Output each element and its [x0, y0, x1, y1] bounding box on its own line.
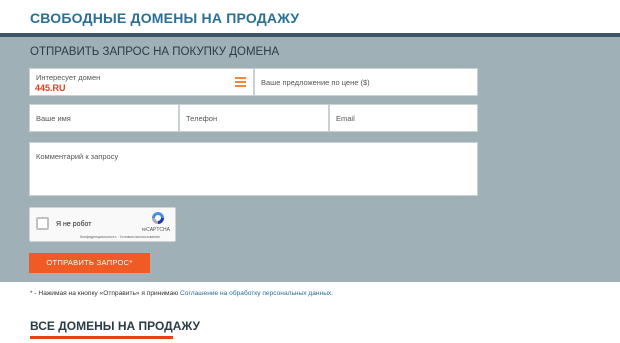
- price-offer-input[interactable]: Ваше предложение по цене ($): [254, 68, 478, 96]
- purchase-request-form: ОТПРАВИТЬ ЗАПРОС НА ПОКУПКУ ДОМЕНА Интер…: [0, 37, 620, 282]
- email-placeholder: Email: [336, 114, 355, 123]
- phone-placeholder: Телефон: [186, 114, 218, 123]
- consent-note: * - Нажимая на кнопку «Отправить» я прин…: [30, 290, 333, 297]
- recaptcha-widget: Я не робот reCAPTCHA Конфиденциальность …: [29, 207, 176, 242]
- recaptcha-checkbox[interactable]: [36, 217, 49, 230]
- page-title: СВОБОДНЫЕ ДОМЕНЫ НА ПРОДАЖУ: [30, 10, 300, 26]
- all-domains-title: ВСЕ ДОМЕНЫ НА ПРОДАЖУ: [30, 319, 200, 333]
- recaptcha-brand: reCAPTCHA: [141, 227, 170, 233]
- price-offer-placeholder: Ваше предложение по цене ($): [261, 78, 370, 87]
- comment-textarea[interactable]: Комментарий к запросу: [29, 142, 478, 196]
- name-input[interactable]: Ваше имя: [29, 104, 179, 132]
- recaptcha-terms-link[interactable]: Условия использования: [120, 235, 160, 239]
- title-underline: [30, 336, 173, 339]
- submit-request-button[interactable]: ОТПРАВИТЬ ЗАПРОС*: [29, 253, 150, 273]
- consent-note-text: * - Нажимая на кнопку «Отправить» я прин…: [30, 290, 179, 297]
- comment-placeholder: Комментарий к запросу: [36, 152, 119, 161]
- email-input[interactable]: Email: [329, 104, 478, 132]
- recaptcha-privacy-link[interactable]: Конфиденциальность: [80, 235, 116, 239]
- recaptcha-logo-icon: [152, 212, 164, 224]
- consent-agreement-link[interactable]: Соглашение на обработку персональных дан…: [180, 290, 333, 297]
- phone-input[interactable]: Телефон: [179, 104, 329, 132]
- domain-field-label: Интересует домен: [36, 73, 101, 82]
- domain-value: 445.RU: [35, 83, 66, 93]
- list-icon[interactable]: [235, 77, 246, 87]
- recaptcha-links: Конфиденциальность · Условия использован…: [80, 235, 160, 239]
- recaptcha-label: Я не робот: [56, 221, 92, 228]
- domain-field[interactable]: Интересует домен 445.RU: [29, 68, 254, 96]
- form-title: ОТПРАВИТЬ ЗАПРОС НА ПОКУПКУ ДОМЕНА: [30, 46, 280, 58]
- name-placeholder: Ваше имя: [36, 114, 71, 123]
